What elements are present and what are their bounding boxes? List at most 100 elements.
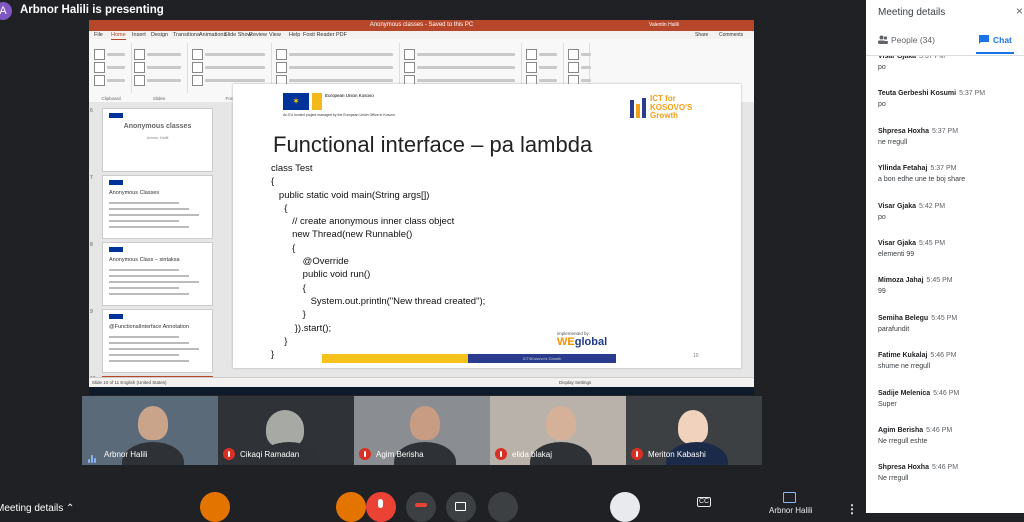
chat-sender: Visar Gjaka (878, 240, 917, 247)
slide-thumbnail[interactable]: Anonymous Class – sintaksa (102, 242, 213, 306)
ribbon-button-icon[interactable] (276, 49, 287, 60)
chat-icon (979, 35, 989, 44)
participant-tile[interactable]: Arbnor Halili (82, 396, 218, 465)
slide-thumbnail[interactable]: Anonymous Classes (102, 175, 213, 239)
slide-title: Functional interface – pa lambda (273, 132, 593, 157)
participant-name: Agim Berisha (376, 450, 424, 459)
chat-message-list[interactable]: Visar Gjaka 5:37 PM po Teuta Gerbeshi Kosum… (866, 56, 1024, 513)
present-screen-icon[interactable] (783, 492, 796, 503)
ribbon-tab[interactable]: Home (111, 31, 126, 40)
participant-name: Cikaqi Ramadan (240, 450, 300, 459)
ribbon-tab[interactable]: Design (151, 31, 168, 39)
chat-message: Teuta Gerbeshi Kosumi 5:37 PM po (878, 90, 1018, 108)
ribbon-group: Clipboard (91, 43, 132, 101)
ribbon-button-icon[interactable] (94, 75, 105, 86)
presenting-label[interactable]: Arbnor Halili (769, 506, 813, 515)
speaking-indicator-icon (88, 450, 98, 463)
ribbon-tab[interactable]: Slide Show (224, 31, 252, 39)
ribbon-button-icon[interactable] (276, 62, 287, 73)
chat-message: Shpresa Hoxha 5:46 PM Ne rregull (878, 464, 1018, 482)
captions-button[interactable]: CC (697, 497, 712, 507)
slide-thumbnail[interactable]: @FunctionalInterface Annotation (102, 309, 213, 373)
chat-message: Agim Berisha 5:46 PM Ne rregull eshte (878, 427, 1018, 445)
chat-sender: Yllinda Fetahaj (878, 165, 928, 173)
chat-message-header: Visar Gjaka 5:45 PM (878, 240, 1018, 247)
ribbon-button-icon[interactable] (404, 62, 415, 73)
weglobal-logo: WEglobal (557, 336, 608, 348)
more-options-icon[interactable]: ⋮ (846, 502, 858, 516)
ribbon-tab[interactable]: Insert (132, 31, 146, 39)
thumbnail-subtitle: Arbnor Halili (146, 135, 169, 140)
microphone-off-button[interactable] (366, 492, 396, 522)
hang-up-button[interactable] (406, 492, 436, 522)
participant-name: Arbnor Halili (104, 450, 148, 459)
ribbon-button-icon[interactable] (568, 62, 579, 73)
comments-button[interactable]: Comments (719, 31, 743, 39)
chat-message-header: Teuta Gerbeshi Kosumi 5:37 PM (878, 90, 1018, 97)
ribbon-tab[interactable]: Animations (199, 31, 226, 39)
camera-button[interactable] (446, 492, 476, 522)
ribbon-button-icon[interactable] (134, 49, 145, 60)
ribbon-group-label: Clipboard (101, 96, 121, 101)
chat-message: Visar Gjaka 5:42 PM po (878, 203, 1018, 221)
ribbon-button-icon[interactable] (192, 75, 203, 86)
ribbon-button-icon[interactable] (192, 49, 203, 60)
ribbon-button-icon[interactable] (526, 62, 537, 73)
chat-text: Ne rregull (878, 475, 909, 483)
participant-tile[interactable]: Meriton Kabashi (626, 396, 762, 465)
participant-name: elida blakaj (512, 450, 553, 459)
participant-tile[interactable]: elida blakaj (490, 396, 626, 465)
meeting-details-button[interactable]: Meeting details ⌃ (0, 503, 74, 514)
mic-off-icon (223, 448, 235, 460)
participant-video (546, 406, 576, 440)
shared-screen: Anonymous classes - Saved to this PC Val… (89, 20, 754, 387)
chat-message: Sadije Melenica 5:46 PM Super (878, 390, 1018, 408)
ribbon-tab[interactable]: Foxit Reader PDF (303, 31, 347, 39)
chat-message-header: Semiha Belegu 5:45 PM (878, 315, 1018, 322)
chat-sender: Sadije Melenica (878, 389, 931, 397)
ribbon-button-icon[interactable] (94, 62, 105, 73)
chat-text: po (878, 64, 886, 71)
slide-code-block: class Test { public static void main(Str… (271, 163, 486, 361)
ribbon-tab[interactable]: Review (249, 31, 267, 39)
chat-sender: Semiha Belegu (878, 314, 929, 322)
presenter-banner: Arbnor Halili is presenting (20, 4, 164, 16)
tab-people[interactable]: People (34) (878, 35, 935, 45)
slide-number: 10 (693, 353, 699, 359)
chat-text: parafundit (878, 325, 910, 333)
ribbon-tab[interactable]: File (94, 31, 103, 39)
slide-footer-text: ICT4Kosovo's Growth (522, 356, 562, 361)
chat-timestamp: 5:45 PM (926, 277, 953, 285)
ribbon-button-icon[interactable] (192, 62, 203, 73)
close-icon[interactable]: × (1016, 4, 1023, 18)
ribbon-button-icon[interactable] (94, 49, 105, 60)
chat-message-header: Shpresa Hoxha 5:46 PM (878, 464, 1018, 471)
chat-message: Shpresa Hoxha 5:37 PM ne rregull (878, 128, 1018, 146)
chat-text: 99 (878, 288, 886, 296)
ribbon-tab[interactable]: View (269, 31, 281, 39)
ribbon-tab[interactable]: Transitions (173, 31, 200, 39)
chat-message: Mimoza Jahaj 5:45 PM 99 (878, 277, 1018, 295)
participant-tile[interactable]: Agim Berisha (354, 396, 490, 465)
ribbon-tab[interactable]: Help (289, 31, 300, 39)
chat-timestamp: 5:37 PM (931, 127, 959, 135)
ribbon-button-icon[interactable] (526, 49, 537, 60)
chat-text: Ne rregull eshte (878, 438, 928, 445)
ribbon-button-icon[interactable] (134, 62, 145, 73)
ribbon-button-icon[interactable] (568, 49, 579, 60)
mic-off-icon (359, 448, 371, 460)
chat-message: Visar Gjaka 5:45 PM elementi 99 (878, 240, 1018, 258)
participant-tile[interactable]: Cikaqi Ramadan (218, 396, 354, 465)
slide-thumbnail[interactable]: Anonymous classes Arbnor Halili (102, 108, 213, 172)
status-left-text: Slide 10 of 11 English (United States) (92, 380, 167, 385)
chat-timestamp: 5:37 PM (959, 90, 986, 98)
tab-chat[interactable]: Chat (979, 35, 1012, 45)
chat-text: po (878, 101, 886, 109)
ribbon-button-icon[interactable] (134, 75, 145, 86)
ribbon-button-icon[interactable] (404, 49, 415, 60)
kosovo-logo-icon (312, 93, 322, 110)
display-settings-button[interactable]: Display Settings (559, 378, 591, 387)
thumbnail-title: @FunctionalInterface Annotation (109, 324, 189, 330)
chat-message: Semiha Belegu 5:45 PM parafundit (878, 315, 1018, 333)
share-button[interactable]: Share (695, 31, 708, 39)
